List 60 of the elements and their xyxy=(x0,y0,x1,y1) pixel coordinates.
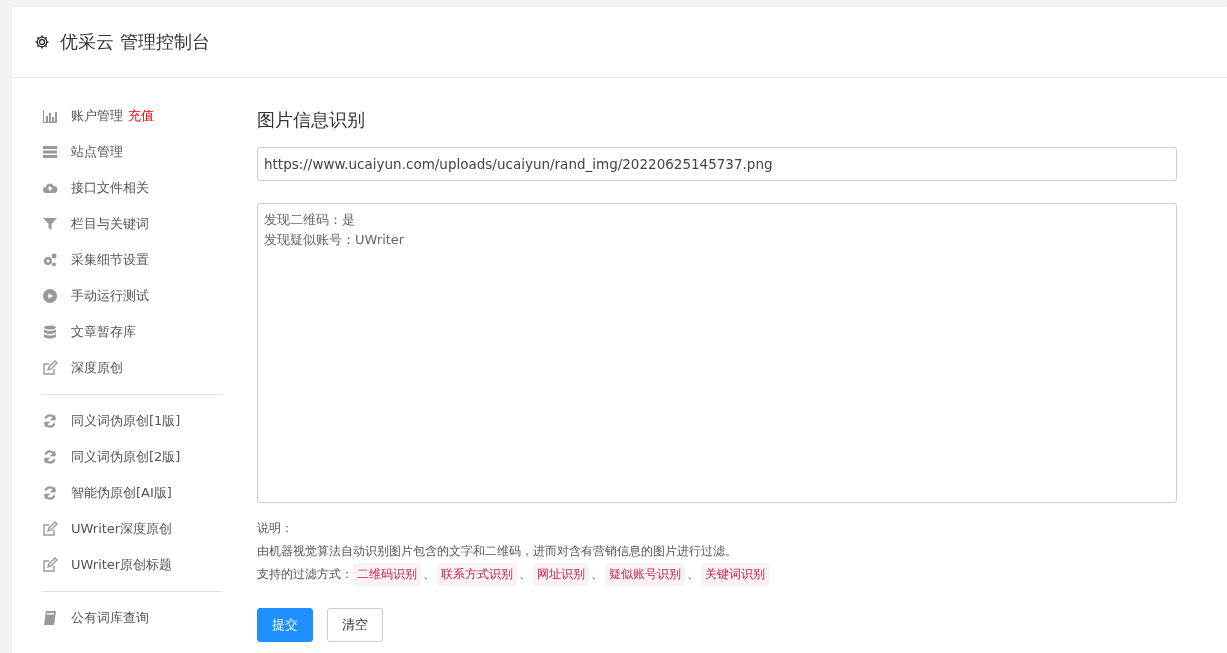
clear-button[interactable]: 清空 xyxy=(327,608,383,642)
sidebar-item[interactable]: UWriter深度原创 xyxy=(42,511,222,547)
sidebar-item-label: 公有词库查询 xyxy=(71,609,149,627)
sidebar-item-label: 手动运行测试 xyxy=(71,287,149,305)
sidebar-item[interactable]: 手动运行测试 xyxy=(42,278,222,314)
sidebar-item-label: 采集细节设置 xyxy=(71,251,149,269)
sidebar-item[interactable]: 账户管理 充值 xyxy=(42,98,222,134)
result-text-area[interactable]: 发现二维码：是 发现疑似账号：UWriter xyxy=(257,203,1177,503)
sidebar-item-label: 站点管理 xyxy=(71,143,123,161)
refresh-icon xyxy=(42,485,58,501)
sidebar-item[interactable]: 栏目与关键词 xyxy=(42,206,222,242)
sidebar-item[interactable]: 站点管理 xyxy=(42,134,222,170)
url-input-field[interactable]: https://www.ucaiyun.com/uploads/ucaiyun/rand_img/20220625145737.png xyxy=(257,147,1177,181)
server-icon xyxy=(42,144,58,160)
sidebar-item-label: 文章暂存库 xyxy=(71,323,136,341)
sidebar-item[interactable]: 同义词伪原创[1版] xyxy=(42,403,222,439)
sidebar-item[interactable]: 智能伪原创[AI版] xyxy=(42,475,222,511)
sidebar-item-label: 同义词伪原创[2版] xyxy=(71,448,181,466)
method-tag: 疑似账号识别 xyxy=(605,563,685,586)
sidebar-item-label: UWriter原创标题 xyxy=(71,556,173,574)
sidebar-item-label: 接口文件相关 xyxy=(71,179,149,197)
database-icon xyxy=(42,324,58,340)
description-text: 由机器视觉算法自动识别图片包含的文字和二维码，进而对含有营销信息的图片进行过滤。 xyxy=(257,543,738,560)
sidebar-item[interactable]: 接口文件相关 xyxy=(42,170,222,206)
edit-icon xyxy=(42,360,58,376)
filter-icon xyxy=(42,216,58,232)
sidebar-item-label: 栏目与关键词 xyxy=(71,215,149,233)
sidebar-item-label: 账户管理 xyxy=(71,107,123,125)
methods-label: 支持的过滤方式： xyxy=(257,566,353,583)
settings-icon xyxy=(34,34,50,50)
notes-heading: 说明： xyxy=(257,520,294,537)
separator-mark: 、 xyxy=(423,566,435,583)
recharge-link[interactable]: 充值 xyxy=(128,107,154,125)
sidebar-item[interactable]: 同义词伪原创[2版] xyxy=(42,439,222,475)
section-title: 图片信息识别 xyxy=(257,108,366,132)
sidebar-item-label: 同义词伪原创[1版] xyxy=(71,412,181,430)
bar-chart-icon xyxy=(42,108,58,124)
method-tag: 二维码识别 xyxy=(353,563,421,586)
sidebar-item[interactable]: 文章暂存库 xyxy=(42,314,222,350)
refresh-icon xyxy=(42,413,58,429)
sidebar-item[interactable]: UWriter原创标题 xyxy=(42,547,222,583)
sidebar-item[interactable]: 深度原创 xyxy=(42,350,222,386)
edit-icon xyxy=(42,521,58,537)
method-tag: 网址识别 xyxy=(533,563,589,586)
console-title: 优采云 管理控制台 xyxy=(60,30,210,54)
refresh-icon xyxy=(42,449,58,465)
separator-mark: 、 xyxy=(591,566,603,583)
play-icon xyxy=(42,288,58,304)
sidebar-item-label: 智能伪原创[AI版] xyxy=(71,484,172,502)
separator-mark: 、 xyxy=(519,566,531,583)
sidebar-item[interactable]: 公有词库查询 xyxy=(42,600,222,636)
sidebar-item[interactable]: 采集细节设置 xyxy=(42,242,222,278)
gears-icon xyxy=(42,252,58,268)
method-tag: 联系方式识别 xyxy=(437,563,517,586)
sidebar-item-label: UWriter深度原创 xyxy=(71,520,173,538)
edit-icon xyxy=(42,557,58,573)
sidebar-item-label: 深度原创 xyxy=(71,359,123,377)
book-icon xyxy=(42,610,58,626)
separator-mark: 、 xyxy=(687,566,699,583)
method-tag: 关键词识别 xyxy=(701,563,769,586)
